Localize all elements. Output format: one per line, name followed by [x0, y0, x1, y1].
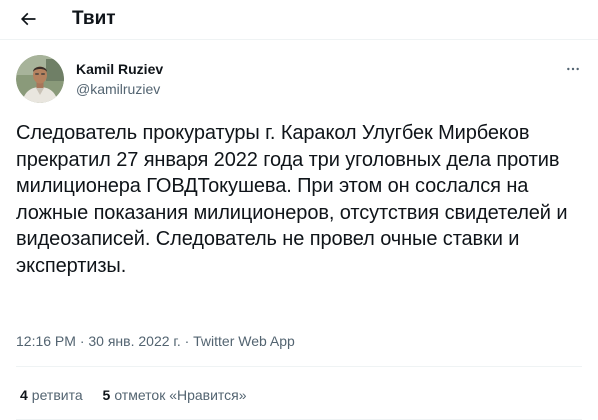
tweet-header: Твит — [0, 0, 598, 38]
author-name[interactable]: Kamil Ruziev — [76, 60, 163, 78]
author-handle[interactable]: @kamilruziev — [76, 80, 160, 98]
back-button[interactable] — [12, 3, 44, 35]
likes-label: отметок «Нравится» — [114, 387, 247, 403]
page-title: Твит — [72, 8, 116, 29]
header-divider — [0, 39, 598, 40]
meta-separator: · — [79, 333, 85, 349]
tweet-time[interactable]: 12:16 PM — [16, 333, 76, 349]
tweet-date[interactable]: 30 янв. 2022 г. — [88, 333, 180, 349]
likes-stat[interactable]: 5 отметок «Нравится» — [103, 386, 247, 404]
tweet-source[interactable]: Twitter Web App — [193, 333, 295, 349]
retweets-label: ретвита — [31, 387, 83, 403]
tweet-meta: 12:16 PM · 30 янв. 2022 г. · Twitter Web… — [16, 332, 295, 350]
retweets-count: 4 — [20, 387, 28, 403]
more-options-button[interactable] — [558, 56, 588, 82]
arrow-left-icon — [20, 12, 36, 26]
retweets-stat[interactable]: 4 ретвита — [20, 386, 83, 404]
tweet-stats: 4 ретвита 5 отметок «Нравится» — [20, 386, 263, 404]
tweet-text: Следователь прокуратуры г. Каракол Улугб… — [16, 122, 568, 277]
author-photo — [16, 55, 64, 103]
likes-count: 5 — [102, 387, 111, 403]
avatar[interactable] — [16, 55, 64, 103]
more-horizontal-icon — [567, 67, 579, 71]
meta-separator: · — [184, 333, 190, 349]
stats-divider-top — [16, 366, 582, 367]
